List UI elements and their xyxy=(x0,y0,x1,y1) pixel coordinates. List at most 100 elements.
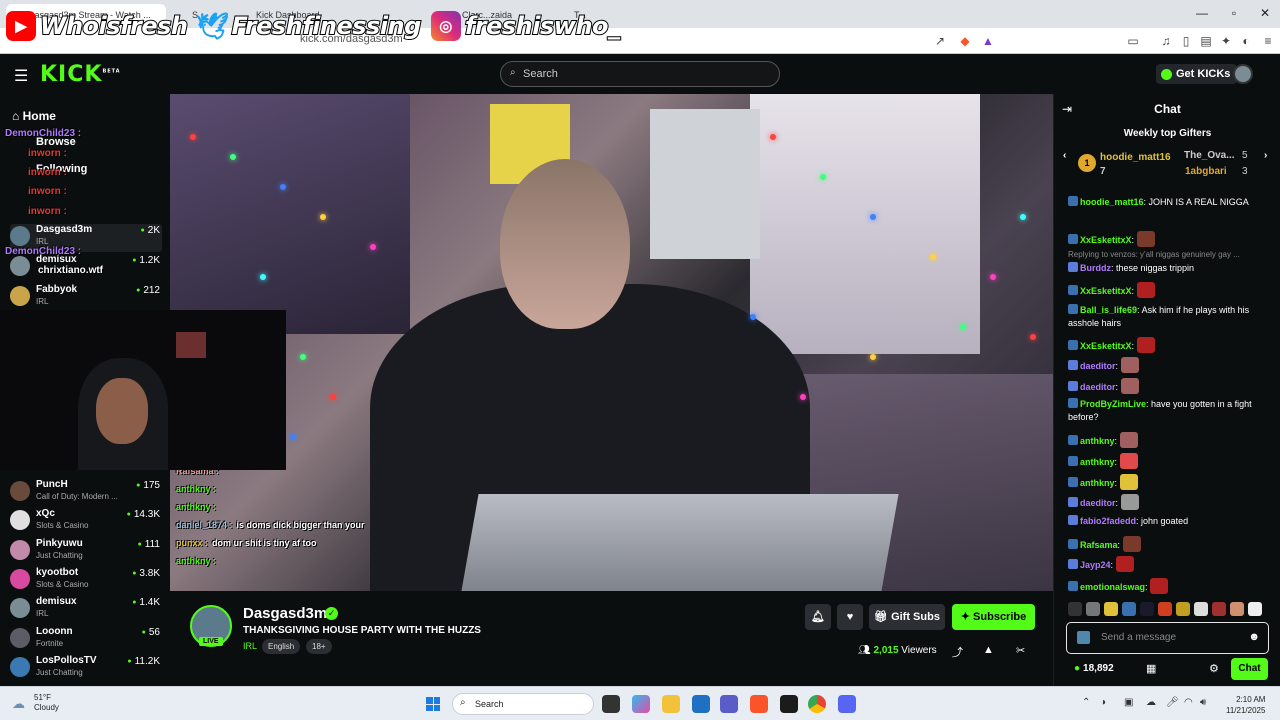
tag-language[interactable]: English xyxy=(262,639,301,654)
store-icon[interactable]: ▦ xyxy=(1146,662,1156,675)
chat-username[interactable]: Jayp24 xyxy=(1080,560,1111,570)
send-chat-button[interactable]: Chat xyxy=(1231,658,1268,680)
sidebar-channel[interactable]: LooonnFortnite 56 xyxy=(10,626,162,654)
clip-icon[interactable]: ✂ xyxy=(1016,644,1025,657)
volume-icon[interactable]: 🔊︎ xyxy=(1200,697,1206,708)
discord-icon[interactable] xyxy=(838,695,856,713)
share-icon[interactable]: ↗ xyxy=(932,33,948,49)
get-kicks-button[interactable]: Get KICKs xyxy=(1156,64,1238,84)
chat-username[interactable]: anthkny xyxy=(1080,436,1115,446)
maximize-icon[interactable]: ▫ xyxy=(1219,6,1249,20)
search-input[interactable]: ⌕ Search xyxy=(500,61,780,87)
sidebar-icon[interactable]: ▭ xyxy=(1125,33,1141,49)
sidebar-channel[interactable]: PuncH Call of Duty: Modern ... 175 xyxy=(10,479,162,507)
emote-icon[interactable] xyxy=(1194,602,1208,616)
emote-icon[interactable] xyxy=(1248,602,1262,616)
tray-overflow-icon[interactable]: ⌃ xyxy=(1082,697,1090,708)
chat-username[interactable]: Rafsama xyxy=(1080,540,1118,550)
user-avatar[interactable] xyxy=(1233,64,1253,84)
music-icon[interactable]: ♫ xyxy=(1158,33,1174,49)
brave-browser-icon[interactable] xyxy=(750,695,768,713)
chat-username[interactable]: emotionalswag xyxy=(1080,582,1145,592)
gifter-name[interactable]: The_Ova... xyxy=(1184,150,1235,161)
vpn-icon[interactable]: ◐ xyxy=(1238,33,1254,49)
chat-username[interactable]: daeditor xyxy=(1080,382,1116,392)
file-explorer-icon[interactable] xyxy=(662,695,680,713)
windows-start-icon[interactable] xyxy=(426,697,440,711)
teams-icon[interactable] xyxy=(720,695,738,713)
emote-icon[interactable] xyxy=(1104,602,1118,616)
emote-icon[interactable] xyxy=(1086,602,1100,616)
sidebar-item-home[interactable]: ⌂ Home xyxy=(12,109,56,123)
chat-username[interactable]: XxEsketitxX xyxy=(1080,286,1132,296)
report-icon[interactable]: ▲ xyxy=(983,644,994,656)
gift-subs-button[interactable]: 🎁︎ Gift Subs xyxy=(869,604,945,630)
tray-app-icon[interactable]: ▣ xyxy=(1124,697,1133,708)
menu-icon[interactable]: ≡ xyxy=(1260,33,1276,49)
emote-icon[interactable] xyxy=(1158,602,1172,616)
sidebar-channel[interactable]: PinkyuwuJust Chatting 111 xyxy=(10,538,162,566)
chat-username[interactable]: anthkny xyxy=(1080,478,1115,488)
brave-rewards-icon[interactable]: ▲ xyxy=(980,33,996,49)
chat-username[interactable]: daeditor xyxy=(1080,361,1116,371)
taskbar-search[interactable]: ⌕ Search xyxy=(452,693,594,715)
kick-app-icon[interactable] xyxy=(780,695,798,713)
close-icon[interactable]: ✕ xyxy=(1250,6,1280,20)
share-icon[interactable]: ⤴ xyxy=(952,644,963,660)
task-view-icon[interactable] xyxy=(602,695,620,713)
channel-name[interactable]: Dasgasd3m xyxy=(243,605,327,622)
weather-widget[interactable]: 51°F Cloudy xyxy=(34,693,59,713)
minimize-icon[interactable]: — xyxy=(1187,6,1217,20)
wallet-icon[interactable]: ▤ xyxy=(1198,33,1214,49)
emote-icon xyxy=(1136,282,1155,298)
tag-mature[interactable]: 18+ xyxy=(306,639,332,654)
chat-username[interactable]: Ball_is_life69 xyxy=(1080,305,1137,315)
copilot-icon[interactable] xyxy=(632,695,650,713)
emote-icon[interactable] xyxy=(1212,602,1226,616)
onedrive-icon[interactable]: ☁ xyxy=(1146,697,1156,708)
emote-icon[interactable] xyxy=(1122,602,1136,616)
system-clock[interactable]: 2:10 AM 11/21/2025 xyxy=(1226,694,1265,716)
sidebar-channel[interactable]: demisuxIRL 1.4K xyxy=(10,596,162,624)
notification-bell-icon[interactable]: 🔔︎ xyxy=(805,604,831,630)
chat-username[interactable]: anthkny xyxy=(1080,457,1115,467)
emote-icon[interactable] xyxy=(1140,602,1154,616)
chat-message-input[interactable]: Send a message ☻ xyxy=(1066,622,1269,654)
tray-app-icon[interactable]: ◑ xyxy=(1100,697,1106,708)
leo-icon[interactable]: ✦ xyxy=(1218,33,1234,49)
gifter-name[interactable]: 1abgbari xyxy=(1185,166,1227,177)
chat-username[interactable]: hoodie_matt16 xyxy=(1080,197,1144,207)
sidebar-channel[interactable]: kyootbotSlots & Casino 3.8K xyxy=(10,567,162,595)
settings-gear-icon[interactable]: ⚙ xyxy=(1209,662,1219,675)
chrome-icon[interactable] xyxy=(808,695,826,713)
follow-heart-icon[interactable]: ♥ xyxy=(837,604,863,630)
chat-username[interactable]: daeditor xyxy=(1080,498,1116,508)
reader-icon[interactable]: ▯ xyxy=(1178,33,1194,49)
sidebar-channel[interactable]: LosPollosTVJust Chatting 11.2K xyxy=(10,655,162,683)
wifi-icon[interactable]: ◠ xyxy=(1184,697,1193,708)
emote-icon[interactable] xyxy=(1176,602,1190,616)
hamburger-menu-icon[interactable]: ☰ xyxy=(14,66,28,86)
gifters-next-icon[interactable]: › xyxy=(1264,150,1267,161)
brave-shield-icon[interactable]: ◆ xyxy=(957,33,973,49)
kick-logo[interactable]: KICKBETA xyxy=(40,62,121,87)
chat-username[interactable]: XxEsketitxX xyxy=(1080,235,1132,245)
chat-username[interactable]: Burddz xyxy=(1080,263,1111,273)
store-app-icon[interactable] xyxy=(692,695,710,713)
emoji-icon[interactable]: ☻ xyxy=(1248,631,1260,643)
gifter-name[interactable]: hoodie_matt16 xyxy=(1100,152,1171,163)
chat-username[interactable]: ProdByZimLive xyxy=(1080,399,1146,409)
sidebar-channel[interactable]: xQcSlots & Casino 14.3K xyxy=(10,508,162,536)
gifters-prev-icon[interactable]: ‹ xyxy=(1063,150,1066,161)
subscribe-button[interactable]: ✦ Subscribe xyxy=(952,604,1035,630)
kicks-balance[interactable]: 18,892 xyxy=(1074,663,1114,674)
chat-username[interactable]: XxEsketitxX xyxy=(1080,341,1132,351)
sidebar-channel[interactable]: Fabbyok IRL 212 xyxy=(10,284,162,312)
emote-icon[interactable] xyxy=(1230,602,1244,616)
emote-icon[interactable] xyxy=(1068,602,1082,616)
microphone-icon[interactable]: 🎤︎ xyxy=(1166,697,1179,708)
chat-username[interactable]: fabio2fadedd xyxy=(1080,516,1136,526)
reply-preview[interactable]: Replying to venzos: y'all niggas genuine… xyxy=(1068,250,1273,259)
video-player[interactable]: Rafsama : anthkny : anthkny : daniel_1874 :… xyxy=(170,94,1053,591)
category-link[interactable]: IRL xyxy=(243,641,257,651)
